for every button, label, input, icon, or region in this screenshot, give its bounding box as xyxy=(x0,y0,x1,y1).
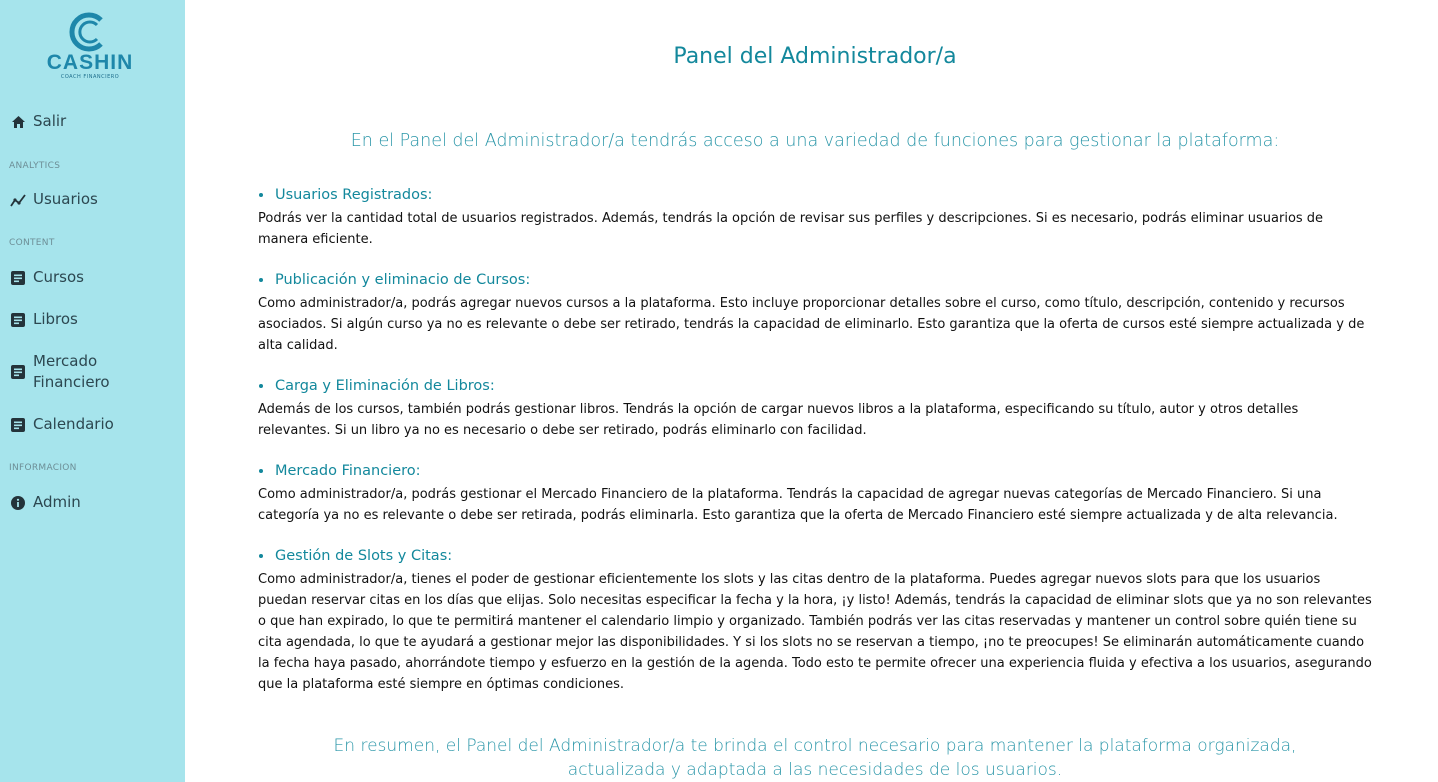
bullet-icon xyxy=(259,469,263,473)
sidebar-item-label: Libros xyxy=(33,310,78,328)
page-title: Panel del Administrador/a xyxy=(673,44,957,69)
sidebar-item-admin[interactable]: Admin xyxy=(10,492,81,513)
intro-text: En el Panel del Administrador/a tendrás … xyxy=(350,131,1280,151)
section-header-content: CONTENT xyxy=(9,238,55,248)
document-icon xyxy=(10,312,26,328)
bullet-icon xyxy=(259,384,263,388)
feature-title: Gestión de Slots y Citas: xyxy=(258,546,1373,566)
feature-title: Mercado Financiero: xyxy=(258,461,1373,481)
feature-description: Además de los cursos, también podrás ges… xyxy=(258,402,1299,438)
feature-mercado-financiero: Mercado Financiero: Como administrador/a… xyxy=(258,461,1373,526)
feature-title: Usuarios Registrados: xyxy=(258,185,1373,205)
sidebar-item-label: Usuarios xyxy=(33,190,98,208)
feature-usuarios-registrados: Usuarios Registrados: Podrás ver la cant… xyxy=(258,185,1373,250)
section-header-informacion: INFORMACION xyxy=(9,463,77,473)
logo-mark-icon xyxy=(69,12,103,52)
section-header-analytics: ANALYTICS xyxy=(9,161,61,171)
document-icon xyxy=(10,270,26,286)
feature-title-text: Mercado Financiero: xyxy=(275,463,421,479)
feature-title: Carga y Eliminación de Libros: xyxy=(258,376,1373,396)
sidebar-item-label: Salir xyxy=(33,112,67,130)
summary-text: En resumen, el Panel del Administrador/a… xyxy=(333,736,1297,780)
feature-slots-citas: Gestión de Slots y Citas: Como administr… xyxy=(258,546,1373,695)
bullet-icon xyxy=(259,554,263,558)
feature-title-text: Usuarios Registrados: xyxy=(275,187,433,203)
home-icon xyxy=(10,114,26,130)
logo-name: CASHIN xyxy=(46,51,134,74)
feature-description: Como administrador/a, tienes el poder de… xyxy=(258,572,1372,692)
sidebar-item-calendario[interactable]: Calendario xyxy=(10,414,114,435)
feature-description: Podrás ver la cantidad total de usuarios… xyxy=(258,211,1324,247)
analytics-icon xyxy=(10,192,26,208)
feature-description: Como administrador/a, podrás agregar nue… xyxy=(258,296,1365,353)
sidebar-item-label: Calendario xyxy=(33,415,114,433)
document-icon xyxy=(10,417,26,433)
sidebar-item-label: Admin xyxy=(33,493,81,511)
cashin-logo[interactable]: CASHIN COACH FINANCIERO xyxy=(30,10,150,82)
main-content: Panel del Administrador/a En el Panel de… xyxy=(185,0,1438,782)
sidebar-item-mercado-financiero[interactable]: Mercado Financiero xyxy=(10,351,130,393)
logo-tagline: COACH FINANCIERO xyxy=(60,74,120,80)
feature-title-text: Publicación y eliminacio de Cursos: xyxy=(275,272,531,288)
document-icon xyxy=(10,364,26,380)
feature-title: Publicación y eliminacio de Cursos: xyxy=(258,270,1373,290)
sidebar-item-label: Cursos xyxy=(33,268,84,286)
feature-description: Como administrador/a, podrás gestionar e… xyxy=(258,487,1338,523)
feature-cursos: Publicación y eliminacio de Cursos: Como… xyxy=(258,270,1373,356)
info-icon xyxy=(10,495,26,511)
feature-libros: Carga y Eliminación de Libros: Además de… xyxy=(258,376,1373,441)
sidebar-item-libros[interactable]: Libros xyxy=(10,309,78,330)
sidebar-item-salir[interactable]: Salir xyxy=(10,111,66,132)
sidebar-item-usuarios[interactable]: Usuarios xyxy=(10,189,98,210)
bullet-icon xyxy=(259,193,263,197)
sidebar-item-cursos[interactable]: Cursos xyxy=(10,267,84,288)
sidebar-item-label: Mercado Financiero xyxy=(33,352,110,391)
sidebar: CASHIN COACH FINANCIERO Salir ANALYTICS … xyxy=(0,0,185,782)
bullet-icon xyxy=(259,278,263,282)
feature-title-text: Carga y Eliminación de Libros: xyxy=(275,378,495,394)
feature-title-text: Gestión de Slots y Citas: xyxy=(275,548,453,564)
